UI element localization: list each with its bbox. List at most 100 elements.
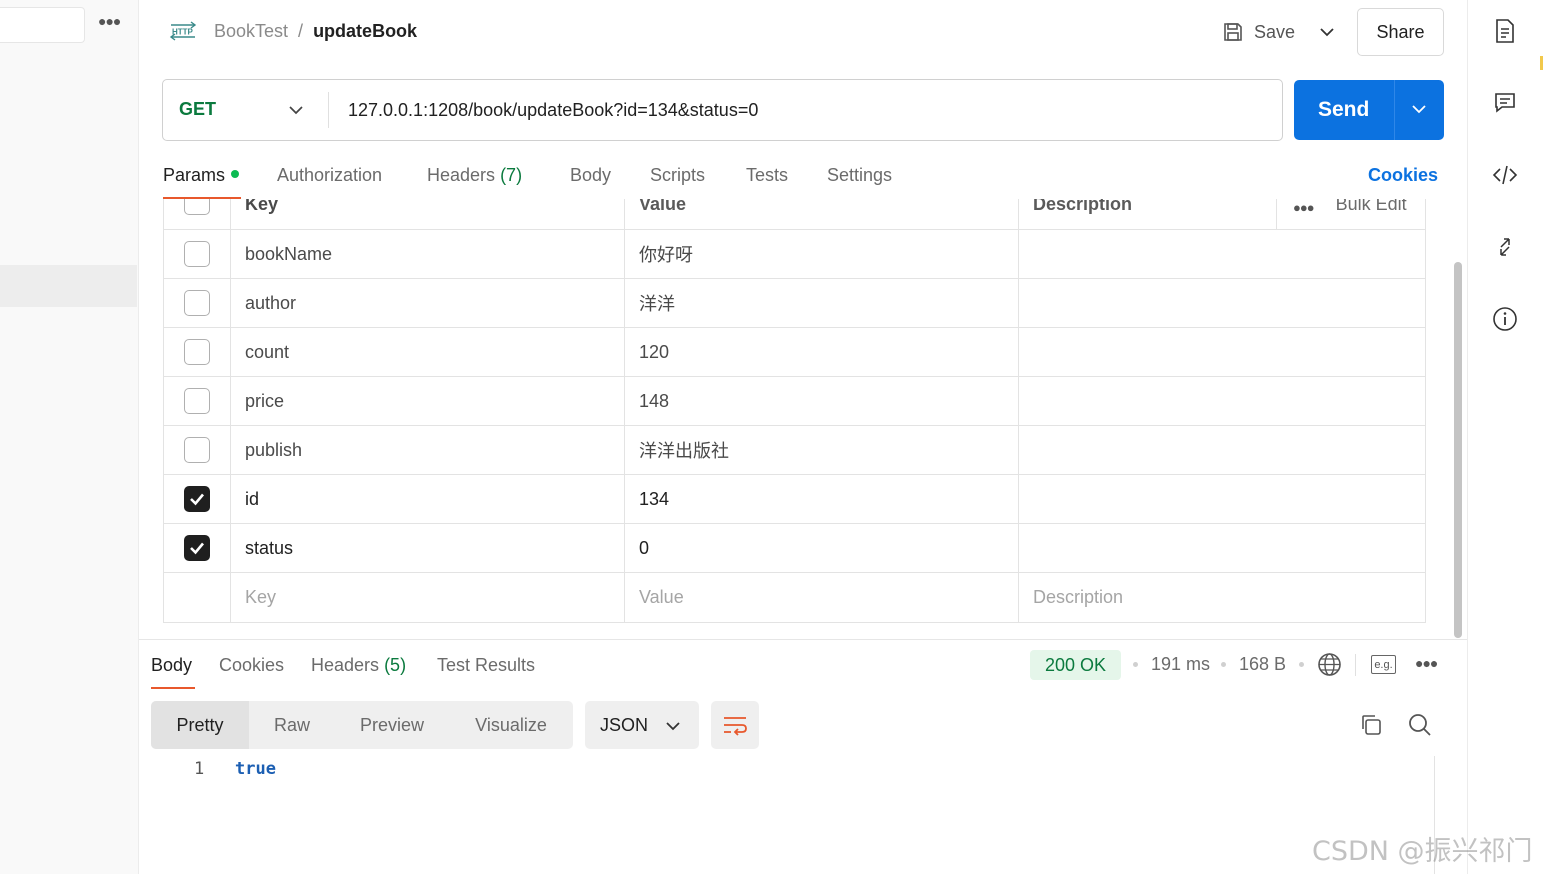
param-key[interactable]: status — [231, 524, 625, 572]
search-icon[interactable] — [1407, 712, 1433, 738]
param-description[interactable] — [1019, 377, 1425, 425]
response-size[interactable]: 168 B — [1239, 654, 1286, 675]
column-header-value: Value — [625, 199, 1019, 229]
breadcrumb-separator: / — [298, 21, 304, 41]
copy-icon[interactable] — [1359, 713, 1383, 737]
tab-body[interactable]: Body — [570, 165, 611, 186]
response-time[interactable]: 191 ms — [1151, 654, 1210, 675]
table-row: id 134 — [164, 475, 1425, 524]
view-preview-button[interactable]: Preview — [335, 701, 449, 749]
tab-label: Settings — [827, 165, 893, 185]
param-value[interactable]: 你好呀 — [625, 230, 1019, 278]
documentation-icon[interactable] — [1492, 18, 1518, 44]
new-description-input[interactable]: Description — [1019, 573, 1425, 622]
chevron-down-icon[interactable] — [287, 101, 305, 119]
tab-settings[interactable]: Settings — [827, 165, 892, 186]
new-key-input[interactable]: Key — [231, 573, 625, 622]
param-checkbox-checked[interactable] — [184, 535, 210, 561]
param-key[interactable]: author — [231, 279, 625, 327]
tab-authorization[interactable]: Authorization — [277, 165, 382, 186]
scrollbar[interactable] — [1452, 262, 1464, 638]
sidebar-selected-item[interactable] — [0, 265, 137, 307]
param-value[interactable]: 洋洋出版社 — [625, 426, 1019, 474]
param-checkbox[interactable] — [184, 339, 210, 365]
format-select[interactable]: JSON — [585, 701, 699, 749]
breadcrumb: BookTest / updateBook — [214, 21, 417, 42]
param-description[interactable] — [1019, 230, 1425, 278]
param-value[interactable]: 洋洋 — [625, 279, 1019, 327]
response-tab-body[interactable]: Body — [151, 655, 192, 676]
watermark: CSDN @振兴祁门 — [1312, 836, 1533, 867]
code-icon[interactable] — [1492, 162, 1518, 188]
method-select[interactable]: GET — [179, 99, 216, 120]
related-collections-icon[interactable] — [1492, 234, 1518, 260]
param-key[interactable]: bookName — [231, 230, 625, 278]
param-checkbox-checked[interactable] — [184, 486, 210, 512]
param-key[interactable]: id — [231, 475, 625, 523]
share-button[interactable]: Share — [1357, 8, 1444, 56]
tab-headers[interactable]: Headers (7) — [427, 165, 522, 186]
save-example-icon[interactable]: e.g. — [1371, 655, 1396, 674]
scrollbar-thumb[interactable] — [1454, 262, 1462, 638]
tab-label: Test Results — [437, 655, 536, 675]
response-body-editor[interactable]: 1 true — [151, 756, 1436, 874]
view-pretty-button[interactable]: Pretty — [151, 701, 249, 749]
send-button[interactable]: Send — [1294, 80, 1444, 140]
param-description[interactable] — [1019, 279, 1425, 327]
more-horizontal-icon[interactable]: ●●● — [1415, 655, 1438, 671]
response-body-content[interactable]: true — [235, 759, 276, 779]
sidebar-search-input[interactable] — [0, 7, 85, 43]
param-key[interactable]: price — [231, 377, 625, 425]
param-value[interactable]: 148 — [625, 377, 1019, 425]
tab-params[interactable]: Params — [163, 165, 240, 186]
url-input[interactable]: 127.0.0.1:1208/book/updateBook?id=134&st… — [348, 100, 758, 121]
response-tab-test-results[interactable]: Test Results — [437, 655, 535, 676]
param-description[interactable] — [1019, 328, 1425, 376]
breadcrumb-collection[interactable]: BookTest — [214, 21, 288, 42]
tab-tests[interactable]: Tests — [746, 165, 788, 186]
request-name[interactable]: updateBook — [313, 21, 417, 42]
param-value[interactable]: 134 — [625, 475, 1019, 523]
view-visualize-button[interactable]: Visualize — [449, 701, 573, 749]
chevron-down-icon[interactable] — [1317, 22, 1337, 42]
response-tab-headers[interactable]: Headers (5) — [311, 655, 406, 676]
checkbox-cell — [164, 426, 231, 474]
param-description[interactable] — [1019, 426, 1425, 474]
view-raw-button[interactable]: Raw — [249, 701, 335, 749]
comments-icon[interactable] — [1492, 90, 1518, 116]
svg-text:HTTP: HTTP — [172, 28, 194, 37]
new-value-input[interactable]: Value — [625, 573, 1019, 622]
pane-divider[interactable] — [139, 639, 1467, 640]
param-key[interactable]: count — [231, 328, 625, 376]
tab-label: Authorization — [277, 165, 383, 185]
wrap-lines-button[interactable] — [711, 701, 759, 749]
tab-label: Params — [163, 165, 226, 185]
bulk-edit-link[interactable]: Bulk Edit — [1336, 199, 1407, 215]
param-key[interactable]: publish — [231, 426, 625, 474]
globe-icon[interactable] — [1317, 652, 1342, 677]
param-checkbox[interactable] — [184, 290, 210, 316]
right-sidebar — [1467, 0, 1551, 874]
param-checkbox[interactable] — [184, 388, 210, 414]
separator-dot — [1299, 662, 1304, 667]
tab-scripts[interactable]: Scripts — [650, 165, 705, 186]
info-icon[interactable] — [1492, 306, 1518, 332]
cookies-link[interactable]: Cookies — [1368, 165, 1438, 186]
response-tab-cookies[interactable]: Cookies — [219, 655, 284, 676]
checkbox-cell — [164, 524, 231, 572]
divider — [328, 92, 329, 128]
status-badge[interactable]: 200 OK — [1030, 650, 1121, 680]
chevron-down-icon[interactable] — [1410, 100, 1428, 118]
param-description[interactable] — [1019, 524, 1425, 572]
http-icon: HTTP — [169, 21, 197, 41]
param-value[interactable]: 120 — [625, 328, 1019, 376]
param-checkbox[interactable] — [184, 437, 210, 463]
more-horizontal-icon[interactable]: ●●● — [1293, 200, 1315, 215]
param-checkbox[interactable] — [184, 241, 210, 267]
param-description[interactable] — [1019, 475, 1425, 523]
select-all-checkbox[interactable] — [184, 199, 210, 215]
more-horizontal-icon[interactable]: ●●● — [98, 13, 121, 29]
params-table: Key Value Description ●●● Bulk Edit book… — [163, 199, 1426, 623]
param-value[interactable]: 0 — [625, 524, 1019, 572]
save-button[interactable]: Save — [1222, 18, 1295, 46]
